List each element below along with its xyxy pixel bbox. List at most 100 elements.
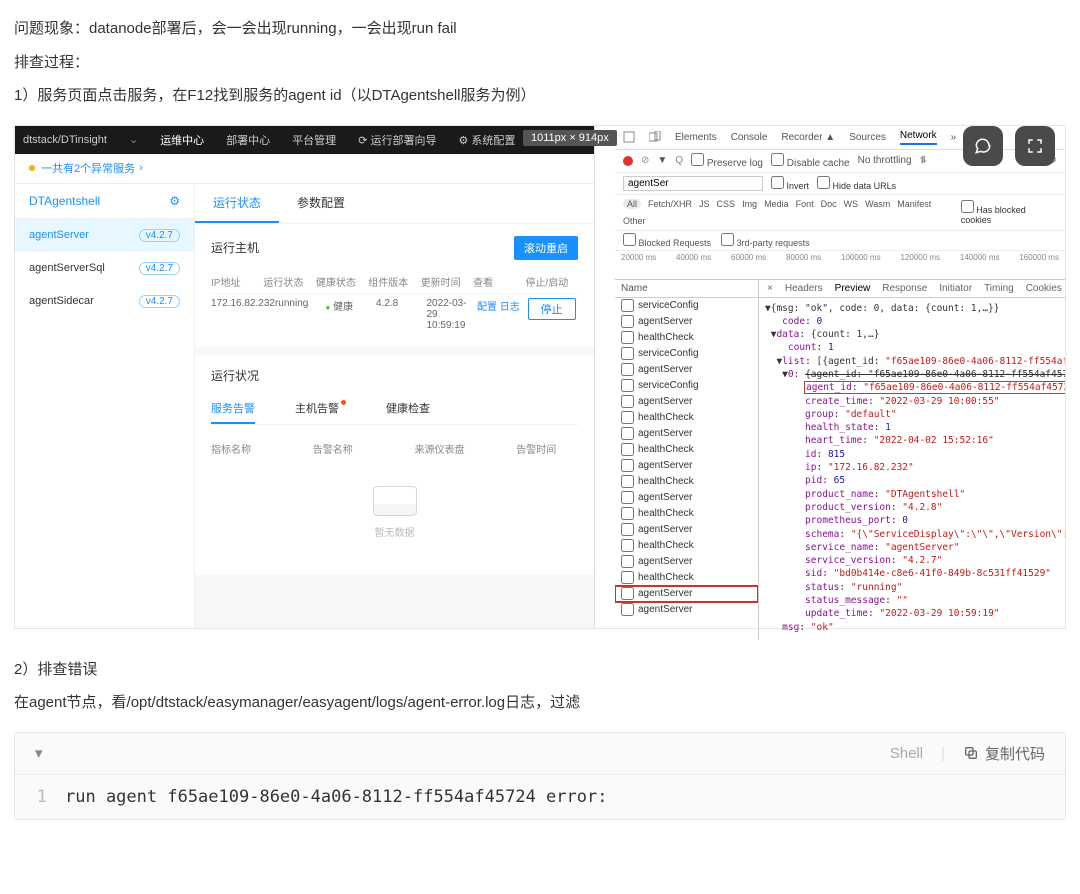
response-preview[interactable]: ▼{msg: "ok", code: 0, data: {count: 1,…}…	[759, 298, 1065, 638]
request-checkbox[interactable]	[621, 603, 634, 616]
tab-initiator[interactable]: Initiator	[939, 283, 972, 294]
tab-host-alarm[interactable]: 主机告警	[295, 394, 346, 424]
tab-param-config[interactable]: 参数配置	[279, 184, 363, 223]
request-checkbox[interactable]	[621, 331, 634, 344]
tab-network[interactable]: Network	[900, 130, 937, 145]
sidebar-item-agentserver[interactable]: agentServer v4.2.7	[15, 219, 194, 252]
request-checkbox[interactable]	[621, 587, 634, 600]
tab-health-check[interactable]: 健康检查	[386, 394, 430, 424]
type-other[interactable]: Other	[623, 216, 646, 226]
tab-console[interactable]: Console	[731, 132, 768, 143]
type-ws[interactable]: WS	[844, 199, 859, 209]
type-xhr[interactable]: Fetch/XHR	[648, 199, 692, 209]
nav-deploy[interactable]: 部署中心	[226, 132, 270, 148]
type-img[interactable]: Img	[742, 199, 757, 209]
request-checkbox[interactable]	[621, 379, 634, 392]
network-conditions-icon[interactable]: ⥮	[920, 155, 927, 166]
request-checkbox[interactable]	[621, 555, 634, 568]
request-row[interactable]: healthCheck	[615, 410, 758, 426]
request-row[interactable]: serviceConfig	[615, 346, 758, 362]
preserve-log-checkbox[interactable]: Preserve log	[691, 153, 763, 169]
tab-cookies[interactable]: Cookies	[1026, 283, 1062, 294]
throttle-select[interactable]: No throttling	[858, 155, 912, 166]
type-all[interactable]: All	[623, 199, 641, 209]
tab-response[interactable]: Response	[882, 283, 927, 294]
type-font[interactable]: Font	[796, 199, 814, 209]
request-row[interactable]: healthCheck	[615, 570, 758, 586]
request-checkbox[interactable]	[621, 443, 634, 456]
search-icon[interactable]: Q	[675, 155, 683, 166]
type-media[interactable]: Media	[764, 199, 789, 209]
nav-ops[interactable]: 运维中心	[160, 132, 204, 148]
request-row[interactable]: serviceConfig	[615, 378, 758, 394]
nav-settings[interactable]: ⚙ 系统配置	[458, 132, 515, 148]
tab-preview[interactable]: Preview	[835, 283, 871, 294]
fullscreen-overlay-button[interactable]	[1015, 126, 1055, 166]
request-checkbox[interactable]	[621, 507, 634, 520]
copy-code-button[interactable]: 复制代码	[963, 743, 1045, 764]
tab-timing[interactable]: Timing	[984, 283, 1014, 294]
request-checkbox[interactable]	[621, 347, 634, 360]
hide-data-urls-checkbox[interactable]: Hide data URLs	[817, 176, 896, 191]
tab-elements[interactable]: Elements	[675, 132, 717, 143]
third-party-checkbox[interactable]: 3rd-party requests	[721, 233, 810, 248]
blocked-requests-checkbox[interactable]: Blocked Requests	[623, 233, 711, 248]
network-timeline[interactable]: 20000 ms 40000 ms 60000 ms 80000 ms 1000…	[615, 250, 1065, 280]
filter-input[interactable]	[623, 176, 763, 191]
rolling-restart-button[interactable]: 滚动重启	[514, 236, 578, 260]
request-checkbox[interactable]	[621, 459, 634, 472]
tab-service-alarm[interactable]: 服务告警	[211, 394, 255, 424]
request-row[interactable]: agentServer	[615, 522, 758, 538]
request-row[interactable]: healthCheck	[615, 474, 758, 490]
request-row[interactable]: agentServer	[615, 554, 758, 570]
request-checkbox[interactable]	[621, 523, 634, 536]
tab-headers[interactable]: Headers	[785, 283, 823, 294]
request-checkbox[interactable]	[621, 363, 634, 376]
request-row[interactable]: healthCheck	[615, 442, 758, 458]
request-checkbox[interactable]	[621, 539, 634, 552]
expand-icon[interactable]: ▾	[35, 744, 43, 762]
request-row[interactable]: agentServer	[615, 586, 758, 602]
type-doc[interactable]: Doc	[821, 199, 837, 209]
select-element-icon[interactable]	[623, 131, 635, 143]
type-js[interactable]: JS	[699, 199, 710, 209]
alert-bar[interactable]: 一共有2个异常服务 ›	[15, 154, 594, 184]
request-row[interactable]: agentServer	[615, 490, 758, 506]
sidebar-title[interactable]: DTAgentshell	[29, 194, 100, 208]
blocked-cookies-checkbox[interactable]: Has blocked cookies	[961, 200, 1057, 225]
device-toolbar-icon[interactable]	[649, 131, 661, 143]
clear-icon[interactable]: ⊘	[641, 155, 649, 166]
request-row[interactable]: agentServer	[615, 458, 758, 474]
type-css[interactable]: CSS	[717, 199, 736, 209]
stop-button[interactable]: 停止	[528, 298, 576, 320]
cell-view-links[interactable]: 配置 日志	[477, 294, 528, 335]
request-row[interactable]: agentServer	[615, 394, 758, 410]
request-row[interactable]: healthCheck	[615, 506, 758, 522]
record-icon[interactable]	[623, 156, 633, 166]
tab-run-state[interactable]: 运行状态	[195, 184, 279, 223]
sidebar-gear-icon[interactable]: ⚙	[169, 194, 180, 208]
request-checkbox[interactable]	[621, 315, 634, 328]
sidebar-item-agentsidecar[interactable]: agentSidecar v4.2.7	[15, 285, 194, 318]
request-row[interactable]: serviceConfig	[615, 298, 758, 314]
sidebar-item-agentserversql[interactable]: agentServerSql v4.2.7	[15, 252, 194, 285]
request-row[interactable]: agentServer	[615, 314, 758, 330]
filter-icon[interactable]: ▼	[657, 155, 667, 166]
tab-recorder[interactable]: Recorder ▲	[781, 132, 835, 143]
request-checkbox[interactable]	[621, 475, 634, 488]
request-checkbox[interactable]	[621, 427, 634, 440]
request-checkbox[interactable]	[621, 491, 634, 504]
request-checkbox[interactable]	[621, 411, 634, 424]
request-row[interactable]: healthCheck	[615, 330, 758, 346]
nav-platform[interactable]: 平台管理	[292, 132, 336, 148]
type-wasm[interactable]: Wasm	[865, 199, 890, 209]
tab-sources[interactable]: Sources	[849, 132, 886, 143]
comment-overlay-button[interactable]	[963, 126, 1003, 166]
type-manifest[interactable]: Manifest	[897, 199, 931, 209]
request-checkbox[interactable]	[621, 299, 634, 312]
tab-more[interactable]: »	[951, 132, 957, 143]
request-row[interactable]: agentServer	[615, 362, 758, 378]
request-row[interactable]: agentServer	[615, 602, 758, 618]
close-detail[interactable]: ×	[767, 283, 773, 294]
request-row[interactable]: healthCheck	[615, 538, 758, 554]
